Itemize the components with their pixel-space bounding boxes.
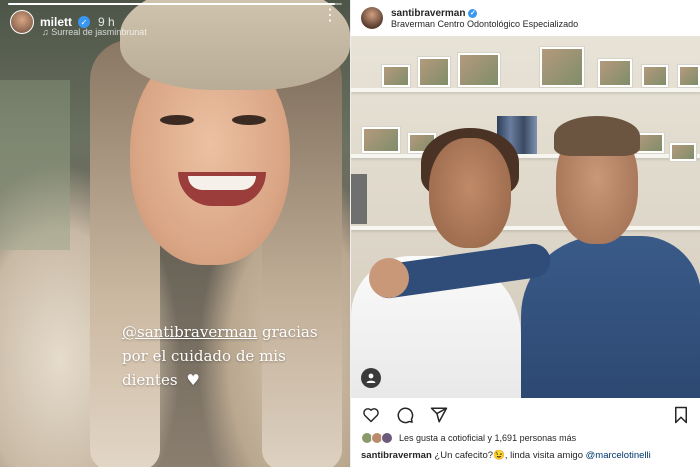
photo-frame xyxy=(597,58,633,88)
heart-icon: ♥ xyxy=(186,371,200,389)
bottle xyxy=(351,174,367,224)
cap xyxy=(120,0,350,90)
post-header: santibraverman ✓ Braverman Centro Odonto… xyxy=(351,0,700,36)
comment-icon[interactable] xyxy=(395,405,415,425)
photo-frame xyxy=(381,64,411,88)
instagram-story[interactable]: milett ✓ 9 h ♫ Surreal de jasminbrunat ⋮… xyxy=(0,0,350,467)
more-icon[interactable]: ⋮ xyxy=(322,8,338,24)
shelf xyxy=(351,88,700,92)
post-location[interactable]: Braverman Centro Odontológico Especializ… xyxy=(391,19,578,29)
car-window xyxy=(0,80,70,250)
photo-frame xyxy=(641,64,669,88)
person-right-hair xyxy=(554,116,640,156)
bookmark-icon[interactable] xyxy=(671,405,691,425)
caption-tag-link[interactable]: @marcelotinelli xyxy=(586,450,651,461)
shelf xyxy=(351,226,700,230)
heart-icon[interactable] xyxy=(361,405,381,425)
caption-line3: dientes xyxy=(122,371,178,389)
mention-link[interactable]: @santibraverman xyxy=(122,323,257,341)
verified-icon: ✓ xyxy=(468,8,478,18)
story-caption: @santibraverman gracias por el cuidado d… xyxy=(122,320,342,392)
post-username[interactable]: santibraverman xyxy=(391,8,465,19)
avatar[interactable] xyxy=(10,10,34,34)
story-progress-bar xyxy=(8,3,342,5)
likes-row[interactable]: Les gusta a cotioficial y 1,691 personas… xyxy=(361,432,576,444)
caption-line2: por el cuidado de mis xyxy=(122,347,286,365)
story-music-label[interactable]: ♫ Surreal de jasminbrunat xyxy=(42,27,147,37)
instagram-post: santibraverman ✓ Braverman Centro Odonto… xyxy=(350,0,700,467)
caption-line1: gracias xyxy=(257,323,318,341)
send-icon[interactable] xyxy=(429,405,449,425)
music-text: Surreal de jasminbrunat xyxy=(51,27,147,37)
photo-frame xyxy=(457,52,501,88)
photo-frame xyxy=(677,64,700,88)
hand xyxy=(369,258,409,298)
user-tag-icon[interactable] xyxy=(361,368,381,388)
caption-text: ¿Un cafecito?😉, linda visita amigo xyxy=(431,450,586,461)
photo-frame xyxy=(539,46,585,88)
liker-avatars xyxy=(361,432,393,444)
shelf xyxy=(351,154,700,158)
photo-frame xyxy=(361,126,401,154)
teeth xyxy=(188,176,256,190)
eye-left xyxy=(160,115,194,125)
screenshot-composite: milett ✓ 9 h ♫ Surreal de jasminbrunat ⋮… xyxy=(0,0,700,467)
likes-text: Les gusta a cotioficial y 1,691 personas… xyxy=(399,433,577,443)
person-left-face xyxy=(429,138,511,248)
caption-username[interactable]: santibraverman xyxy=(361,450,432,461)
photo-frame xyxy=(669,142,697,162)
photo-frame xyxy=(417,56,451,88)
post-actions xyxy=(351,400,700,430)
post-caption: santibraverman ¿Un cafecito?😉, linda vis… xyxy=(361,450,651,461)
avatar[interactable] xyxy=(361,7,383,29)
post-photo[interactable] xyxy=(351,36,700,398)
story-progress-fill xyxy=(8,3,336,5)
eye-right xyxy=(232,115,266,125)
